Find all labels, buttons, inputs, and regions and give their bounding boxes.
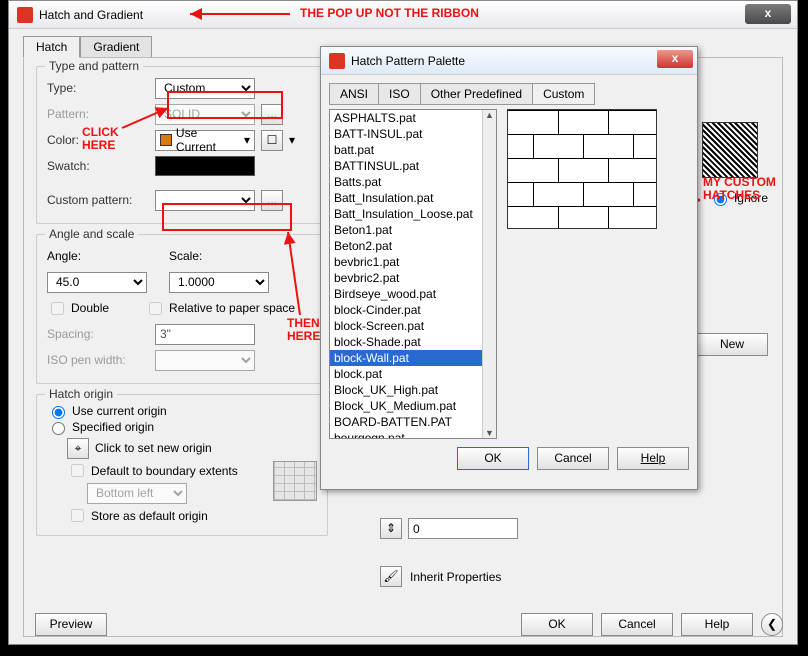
list-item[interactable]: bevbric1.pat xyxy=(330,254,482,270)
cancel-button[interactable]: Cancel xyxy=(601,613,673,636)
window-title: Hatch and Gradient xyxy=(39,8,143,22)
scale-label: Scale: xyxy=(169,249,202,263)
origin-corner-combo: Bottom left xyxy=(87,483,187,504)
group-type-pattern: Type and pattern Type: Custom Pattern: S… xyxy=(36,66,328,224)
specified-origin-radio[interactable]: Specified origin xyxy=(47,419,317,435)
behind-pattern-swatch[interactable] xyxy=(702,122,758,178)
pick-origin-button[interactable]: ⌖ xyxy=(67,438,89,459)
tab-iso[interactable]: ISO xyxy=(378,83,421,105)
pattern-file-list[interactable]: ASPHALTS.patBATT-INSUL.patbatt.patBATTIN… xyxy=(329,109,497,439)
use-current-origin-radio[interactable]: Use current origin xyxy=(47,403,317,419)
stepper-input[interactable] xyxy=(408,518,518,539)
swatch-label: Swatch: xyxy=(47,159,149,173)
double-checkbox[interactable]: Double xyxy=(47,299,109,318)
list-item[interactable]: bevbric2.pat xyxy=(330,270,482,286)
angle-label: Angle: xyxy=(47,249,163,263)
palette-ok-button[interactable]: OK xyxy=(457,447,529,470)
inherit-icon[interactable]: 🖌 xyxy=(380,566,402,587)
tab-ansi[interactable]: ANSI xyxy=(329,83,379,105)
spacing-input xyxy=(155,324,255,345)
palette-cancel-button[interactable]: Cancel xyxy=(537,447,609,470)
chevron-down-icon: ▾ xyxy=(289,133,295,147)
list-item[interactable]: block-Screen.pat xyxy=(330,318,482,334)
relative-checkbox[interactable]: Relative to paper space xyxy=(145,299,295,318)
list-item[interactable]: Block_UK_Medium.pat xyxy=(330,398,482,414)
scale-combo[interactable]: 1.0000 xyxy=(169,272,269,293)
help-button[interactable]: Help xyxy=(681,613,753,636)
tab-gradient[interactable]: Gradient xyxy=(80,36,152,58)
list-item[interactable]: ASPHALTS.pat xyxy=(330,110,482,126)
pattern-label: Pattern: xyxy=(47,107,149,121)
swatch-preview[interactable] xyxy=(155,156,255,176)
palette-titlebar: Hatch Pattern Palette x xyxy=(321,47,697,75)
origin-preview-icon xyxy=(273,461,317,501)
custom-pattern-browse-button[interactable]: ... xyxy=(261,190,283,211)
iso-pen-label: ISO pen width: xyxy=(47,353,149,367)
color-chip-icon xyxy=(160,134,172,146)
preview-button[interactable]: Preview xyxy=(35,613,107,636)
titlebar: Hatch and Gradient x xyxy=(9,1,797,29)
palette-title: Hatch Pattern Palette xyxy=(351,54,465,68)
list-item[interactable]: Block_UK_High.pat xyxy=(330,382,482,398)
palette-dialog: Hatch Pattern Palette x ANSI ISO Other P… xyxy=(320,46,698,490)
list-item[interactable]: Batt_Insulation.pat xyxy=(330,190,482,206)
tab-custom[interactable]: Custom xyxy=(532,83,595,105)
spacing-label: Spacing: xyxy=(47,327,149,341)
stepper-button[interactable]: ⇕ xyxy=(380,518,402,539)
custom-pattern-label: Custom pattern: xyxy=(47,193,149,207)
list-item[interactable]: batt.pat xyxy=(330,142,482,158)
group-origin: Hatch origin Use current origin Specifie… xyxy=(36,394,328,536)
color-combo[interactable]: Use Current ▾ xyxy=(155,130,255,151)
new-button[interactable]: New xyxy=(696,333,768,356)
list-item[interactable]: block-Cinder.pat xyxy=(330,302,482,318)
color-value: Use Current xyxy=(176,126,240,154)
list-item[interactable]: BATTINSUL.pat xyxy=(330,158,482,174)
iso-pen-combo xyxy=(155,350,255,371)
palette-tabs: ANSI ISO Other Predefined Custom xyxy=(329,83,689,105)
palette-help-button[interactable]: Help xyxy=(617,447,689,470)
type-combo[interactable]: Custom xyxy=(155,78,255,99)
list-item[interactable]: BOARD-BATTEN.PAT xyxy=(330,414,482,430)
pattern-combo: SOLID xyxy=(155,104,255,125)
ok-button[interactable]: OK xyxy=(521,613,593,636)
list-item[interactable]: Beton1.pat xyxy=(330,222,482,238)
tab-other[interactable]: Other Predefined xyxy=(420,83,533,105)
list-item[interactable]: block-Wall.pat xyxy=(330,350,482,366)
list-item[interactable]: Birdseye_wood.pat xyxy=(330,286,482,302)
store-default-checkbox[interactable]: Store as default origin xyxy=(67,506,267,525)
legend-angle: Angle and scale xyxy=(45,227,138,241)
palette-close-button[interactable]: x xyxy=(657,50,693,68)
list-item[interactable]: bourgogn.pat xyxy=(330,430,482,439)
inherit-label: Inherit Properties xyxy=(410,570,501,584)
group-angle-scale: Angle and scale Angle: Scale: 45.0 1.000… xyxy=(36,234,328,384)
angle-combo[interactable]: 45.0 xyxy=(47,272,147,293)
tab-hatch[interactable]: Hatch xyxy=(23,36,80,58)
app-icon xyxy=(329,53,345,69)
custom-pattern-combo[interactable] xyxy=(155,190,255,211)
list-item[interactable]: Beton2.pat xyxy=(330,238,482,254)
close-button[interactable]: x xyxy=(745,4,791,24)
scrollbar[interactable] xyxy=(482,110,496,438)
color-none-button[interactable]: ☐ xyxy=(261,130,283,151)
dialog-footer: OK Cancel Help ❮ xyxy=(521,613,783,636)
click-origin-label: Click to set new origin xyxy=(95,441,212,455)
color-label: Color: xyxy=(47,133,149,147)
list-item[interactable]: block-Shade.pat xyxy=(330,334,482,350)
app-icon xyxy=(17,7,33,23)
pattern-browse-button[interactable]: ... xyxy=(261,104,283,125)
default-extents-checkbox[interactable]: Default to boundary extents xyxy=(67,461,267,480)
expand-button[interactable]: ❮ xyxy=(761,613,783,636)
list-item[interactable]: BATT-INSUL.pat xyxy=(330,126,482,142)
legend-origin: Hatch origin xyxy=(45,387,117,401)
list-item[interactable]: Batt_Insulation_Loose.pat xyxy=(330,206,482,222)
chevron-down-icon: ▾ xyxy=(244,133,250,147)
pattern-preview xyxy=(507,109,657,229)
ignore-radio[interactable]: Ignore xyxy=(709,190,768,206)
type-label: Type: xyxy=(47,81,149,95)
list-item[interactable]: block.pat xyxy=(330,366,482,382)
legend-type: Type and pattern xyxy=(45,59,143,73)
list-item[interactable]: Batts.pat xyxy=(330,174,482,190)
